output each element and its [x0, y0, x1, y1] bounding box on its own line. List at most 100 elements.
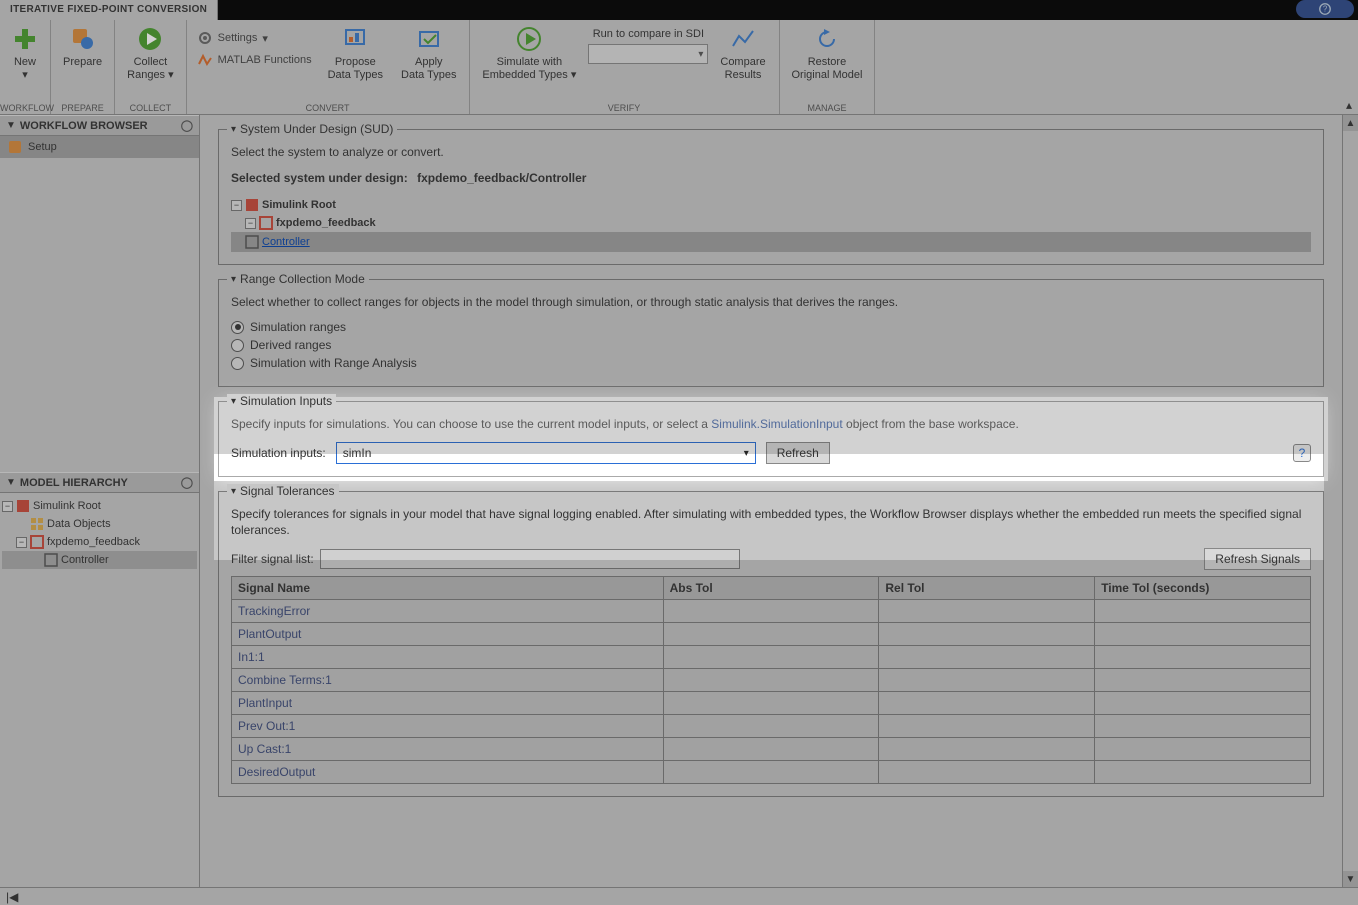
new-button[interactable]: New▾	[6, 24, 44, 84]
cell-rel[interactable]	[879, 669, 1095, 692]
cell-time[interactable]	[1095, 715, 1311, 738]
tree-controller[interactable]: Controller	[2, 551, 197, 569]
model-hierarchy-header[interactable]: ▼ MODEL HIERARCHY ◯	[0, 472, 199, 493]
cell-abs[interactable]	[663, 738, 879, 761]
collect-ranges-button[interactable]: Collect Ranges ▾	[121, 24, 180, 84]
radio-simulation-range-analysis[interactable]: Simulation with Range Analysis	[231, 356, 1311, 370]
scroll-down-icon[interactable]: ▼	[1343, 871, 1358, 887]
apply-button[interactable]: Apply Data Types	[395, 24, 462, 84]
sigtol-instruction: Specify tolerances for signals in your m…	[231, 506, 1311, 538]
table-row[interactable]: In1:1	[232, 646, 1311, 669]
cell-abs[interactable]	[663, 623, 879, 646]
table-row[interactable]: DesiredOutput	[232, 761, 1311, 784]
tree-model[interactable]: − fxpdemo_feedback	[2, 533, 197, 551]
cell-time[interactable]	[1095, 623, 1311, 646]
cell-abs[interactable]	[663, 692, 879, 715]
cell-abs[interactable]	[663, 669, 879, 692]
vertical-scrollbar[interactable]: ▲ ▼	[1342, 115, 1358, 887]
compare-icon	[730, 26, 756, 52]
radio-derived-ranges[interactable]: Derived ranges	[231, 338, 1311, 352]
cell-rel[interactable]	[879, 623, 1095, 646]
workflow-list: Setup	[0, 136, 199, 158]
table-row[interactable]: Prev Out:1	[232, 715, 1311, 738]
sud-tree-controller[interactable]: Controller	[231, 232, 1311, 252]
cell-time[interactable]	[1095, 669, 1311, 692]
range-legend[interactable]: ▾Range Collection Mode	[227, 272, 369, 286]
simin-legend[interactable]: ▾Simulation Inputs	[227, 394, 336, 408]
close-icon[interactable]: ◯	[181, 476, 193, 489]
cell-rel[interactable]	[879, 738, 1095, 761]
cell-rel[interactable]	[879, 692, 1095, 715]
help-icon[interactable]: ?	[1293, 444, 1311, 462]
signal-tolerances-fieldset: ▾Signal Tolerances Specify tolerances fo…	[218, 491, 1324, 797]
sud-tree-root[interactable]: − Simulink Root	[231, 196, 1311, 214]
ribbon-collapse[interactable]: ▴	[1346, 98, 1352, 112]
tree-data-objects[interactable]: Data Objects	[2, 515, 197, 533]
tab-iterative[interactable]: ITERATIVE FIXED-POINT CONVERSION	[0, 0, 218, 20]
simulationinput-link[interactable]: Simulink.SimulationInput	[711, 417, 842, 431]
cell-time[interactable]	[1095, 761, 1311, 784]
collapse-icon[interactable]: −	[16, 537, 27, 548]
workflow-browser-header[interactable]: ▼ WORKFLOW BROWSER ◯	[0, 115, 199, 136]
cell-abs[interactable]	[663, 600, 879, 623]
help-button[interactable]: ?	[1296, 0, 1354, 18]
simulation-inputs-combo[interactable]: simIn ▾	[336, 442, 756, 464]
settings-button[interactable]: Settings ▾	[193, 28, 316, 48]
table-row[interactable]: PlantOutput	[232, 623, 1311, 646]
cell-abs[interactable]	[663, 715, 879, 738]
close-icon[interactable]: ◯	[181, 119, 193, 132]
compare-results-button[interactable]: Compare Results	[714, 24, 771, 84]
cell-abs[interactable]	[663, 761, 879, 784]
cell-time[interactable]	[1095, 692, 1311, 715]
group-label-workflow: WORKFLOW	[0, 103, 50, 113]
cell-time[interactable]	[1095, 646, 1311, 669]
filter-signal-input[interactable]	[320, 549, 740, 569]
collapse-icon[interactable]: −	[2, 501, 13, 512]
table-row[interactable]: Up Cast:1	[232, 738, 1311, 761]
chevron-down-icon: ▾	[698, 49, 703, 60]
signal-table: Signal Name Abs Tol Rel Tol Time Tol (se…	[231, 576, 1311, 784]
cell-signal-name: In1:1	[232, 646, 664, 669]
col-abs-tol[interactable]: Abs Tol	[663, 577, 879, 600]
cell-abs[interactable]	[663, 646, 879, 669]
cell-rel[interactable]	[879, 715, 1095, 738]
workflow-item-setup[interactable]: Setup	[0, 136, 199, 158]
back-button[interactable]: |◀	[6, 890, 18, 904]
collapse-icon[interactable]: −	[245, 218, 256, 229]
prepare-button[interactable]: Prepare	[57, 24, 108, 71]
collapse-icon[interactable]: −	[231, 200, 242, 211]
scroll-up-icon[interactable]: ▲	[1343, 115, 1358, 131]
cell-rel[interactable]	[879, 600, 1095, 623]
sud-legend[interactable]: ▾System Under Design (SUD)	[227, 122, 397, 136]
col-time-tol[interactable]: Time Tol (seconds)	[1095, 577, 1311, 600]
cell-time[interactable]	[1095, 600, 1311, 623]
svg-text:?: ?	[1323, 5, 1328, 14]
table-row[interactable]: Combine Terms:1	[232, 669, 1311, 692]
cell-time[interactable]	[1095, 738, 1311, 761]
simulate-embedded-button[interactable]: Simulate with Embedded Types ▾	[476, 24, 582, 84]
plus-icon	[12, 26, 38, 52]
tree-simulink-root[interactable]: − Simulink Root	[2, 497, 197, 515]
cell-signal-name: PlantOutput	[232, 623, 664, 646]
matlab-functions-button[interactable]: MATLAB Functions	[193, 50, 316, 70]
propose-button[interactable]: Propose Data Types	[322, 24, 389, 84]
refresh-signals-button[interactable]: Refresh Signals	[1204, 548, 1311, 570]
table-row[interactable]: PlantInput	[232, 692, 1311, 715]
restore-button[interactable]: Restore Original Model	[786, 24, 869, 84]
left-column: ▼ WORKFLOW BROWSER ◯ Setup ▼ MODEL HIERA…	[0, 115, 200, 887]
sdi-combo[interactable]: ▾	[588, 44, 708, 64]
sigtol-legend[interactable]: ▾Signal Tolerances	[227, 484, 339, 498]
col-rel-tol[interactable]: Rel Tol	[879, 577, 1095, 600]
simin-value: simIn	[343, 446, 372, 460]
main: ▼ WORKFLOW BROWSER ◯ Setup ▼ MODEL HIERA…	[0, 115, 1358, 887]
radio-simulation-ranges[interactable]: Simulation ranges	[231, 320, 1311, 334]
cell-signal-name: Up Cast:1	[232, 738, 664, 761]
ribbon-group-workflow: New▾ WORKFLOW	[0, 20, 51, 114]
cell-rel[interactable]	[879, 761, 1095, 784]
col-signal-name[interactable]: Signal Name	[232, 577, 664, 600]
cell-rel[interactable]	[879, 646, 1095, 669]
chevron-down-icon: ▾	[744, 448, 749, 459]
sud-tree-model[interactable]: − fxpdemo_feedback	[231, 214, 1311, 232]
table-row[interactable]: TrackingError	[232, 600, 1311, 623]
refresh-button[interactable]: Refresh	[766, 442, 830, 464]
